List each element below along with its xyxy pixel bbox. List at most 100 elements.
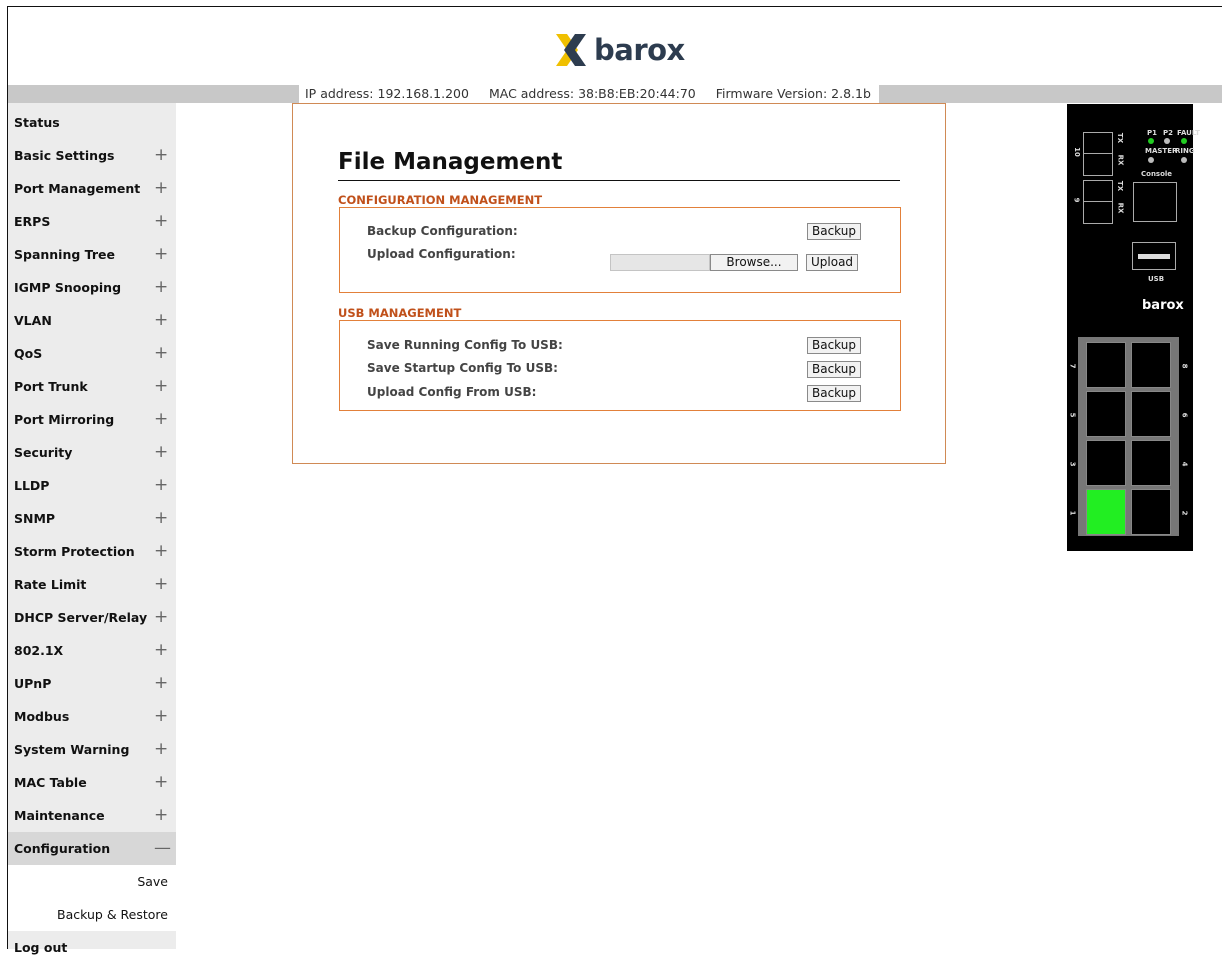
- sfp-port-9-rx: RX: [1116, 202, 1125, 214]
- console-port-icon: [1133, 182, 1177, 222]
- save-running-config-label: Save Running Config To USB:: [367, 338, 563, 352]
- usb-management-heading: USB MANAGEMENT: [338, 306, 462, 320]
- upload-config-from-usb-button[interactable]: Backup: [807, 385, 861, 402]
- port-number-7: 7: [1068, 363, 1077, 369]
- expand-plus-icon[interactable]: +: [154, 766, 168, 799]
- browse-button[interactable]: Browse...: [710, 254, 798, 271]
- sidebar-item-802-1x[interactable]: 802.1X +: [8, 634, 176, 667]
- sidebar-item-port-trunk[interactable]: Port Trunk +: [8, 370, 176, 403]
- expand-plus-icon[interactable]: +: [154, 568, 168, 601]
- sidebar-item-igmp-snooping[interactable]: IGMP Snooping +: [8, 271, 176, 304]
- expand-plus-icon[interactable]: +: [154, 667, 168, 700]
- sidebar-item-dhcp-server-relay[interactable]: DHCP Server/Relay +: [8, 601, 176, 634]
- expand-plus-icon[interactable]: +: [154, 799, 168, 832]
- led-label-p2: P2: [1163, 129, 1174, 137]
- led-master-icon: [1148, 157, 1154, 163]
- sidebar-item-system-warning[interactable]: System Warning +: [8, 733, 176, 766]
- barox-x-logo-icon: [556, 34, 586, 66]
- led-label-master: MASTER: [1145, 147, 1178, 155]
- rj45-port-2-icon: [1131, 489, 1171, 535]
- led-label-fault: FAULT: [1177, 129, 1200, 137]
- sidebar-item-label: System Warning: [14, 742, 130, 757]
- expand-plus-icon[interactable]: +: [154, 370, 168, 403]
- expand-plus-icon[interactable]: +: [154, 403, 168, 436]
- sfp-port-9-tx: TX: [1116, 180, 1125, 192]
- switch-front-panel: P1 P2 FAULT MASTER RING 10 TX RX 9 TX RX…: [1067, 104, 1200, 551]
- led-label-p1: P1: [1147, 129, 1158, 137]
- sidebar-item-upnp[interactable]: UPnP +: [8, 667, 176, 700]
- config-management-heading: CONFIGURATION MANAGEMENT: [338, 193, 543, 207]
- save-running-config-button[interactable]: Backup: [807, 337, 861, 354]
- sidebar-item-logout[interactable]: Log out: [8, 931, 176, 964]
- firmware-version: Firmware Version: 2.8.1b: [715, 86, 871, 101]
- sidebar-item-label: Maintenance: [14, 808, 105, 823]
- sfp-port-10-icon: [1083, 132, 1113, 176]
- upload-config-from-usb-label: Upload Config From USB:: [367, 385, 537, 399]
- sidebar-item-lldp[interactable]: LLDP +: [8, 469, 176, 502]
- expand-plus-icon[interactable]: +: [154, 601, 168, 634]
- sidebar: Status Basic Settings + Port Management + ERP…: [8, 103, 176, 955]
- led-label-ring: RING: [1175, 147, 1195, 155]
- upload-configuration-button[interactable]: Upload: [806, 254, 859, 271]
- sidebar-item-label: LLDP: [14, 478, 50, 493]
- sidebar-item-maintenance[interactable]: Maintenance +: [8, 799, 176, 832]
- expand-plus-icon[interactable]: +: [154, 502, 168, 535]
- sidebar-item-qos[interactable]: QoS +: [8, 337, 176, 370]
- mac-address: MAC address: 38:B8:EB:20:44:70: [488, 86, 696, 101]
- sfp-port-10-rx: RX: [1116, 154, 1125, 166]
- sidebar-item-vlan[interactable]: VLAN +: [8, 304, 176, 337]
- expand-plus-icon[interactable]: +: [154, 436, 168, 469]
- sidebar-item-port-management[interactable]: Port Management +: [8, 172, 176, 205]
- sidebar-item-security[interactable]: Security +: [8, 436, 176, 469]
- rj45-port-grid: [1078, 337, 1179, 536]
- sidebar-item-erps[interactable]: ERPS +: [8, 205, 176, 238]
- collapse-minus-icon[interactable]: —: [154, 832, 171, 865]
- sidebar-item-configuration[interactable]: Configuration —: [8, 832, 176, 865]
- sidebar-subitem-save[interactable]: Save: [8, 865, 176, 898]
- led-p2-icon: [1164, 138, 1170, 144]
- sidebar-item-label: Modbus: [14, 709, 70, 724]
- usb-port-icon: [1132, 242, 1176, 270]
- expand-plus-icon[interactable]: +: [154, 469, 168, 502]
- ip-address: IP address: 192.168.1.200: [305, 86, 469, 101]
- expand-plus-icon[interactable]: +: [154, 205, 168, 238]
- sidebar-item-port-mirroring[interactable]: Port Mirroring +: [8, 403, 176, 436]
- save-startup-config-button[interactable]: Backup: [807, 361, 861, 378]
- save-startup-config-label: Save Startup Config To USB:: [367, 361, 558, 375]
- barox-logo[interactable]: barox: [556, 33, 685, 67]
- sidebar-item-label: UPnP: [14, 676, 52, 691]
- expand-plus-icon[interactable]: +: [154, 535, 168, 568]
- sidebar-item-storm-protection[interactable]: Storm Protection +: [8, 535, 176, 568]
- sidebar-item-label: MAC Table: [14, 775, 87, 790]
- sidebar-item-mac-table[interactable]: MAC Table +: [8, 766, 176, 799]
- expand-plus-icon[interactable]: +: [154, 238, 168, 271]
- expand-plus-icon[interactable]: +: [154, 337, 168, 370]
- sidebar-subitem-backup-restore[interactable]: Backup & Restore: [8, 898, 176, 931]
- sidebar-item-snmp[interactable]: SNMP +: [8, 502, 176, 535]
- port-number-1: 1: [1068, 510, 1077, 516]
- page-title: File Management: [338, 149, 563, 175]
- expand-plus-icon[interactable]: +: [154, 700, 168, 733]
- expand-plus-icon[interactable]: +: [154, 634, 168, 667]
- device-brand-label: barox: [1142, 298, 1184, 313]
- sidebar-item-label: Port Trunk: [14, 379, 88, 394]
- expand-plus-icon[interactable]: +: [154, 172, 168, 205]
- port-number-6: 6: [1180, 412, 1189, 418]
- logo-text: barox: [594, 33, 685, 67]
- expand-plus-icon[interactable]: +: [154, 139, 168, 172]
- sfp-port-10-number: 10: [1072, 147, 1081, 157]
- expand-plus-icon[interactable]: +: [154, 304, 168, 337]
- expand-plus-icon[interactable]: +: [154, 733, 168, 766]
- sidebar-item-status[interactable]: Status: [8, 106, 176, 139]
- backup-configuration-button[interactable]: Backup: [807, 223, 861, 240]
- sidebar-item-basic-settings[interactable]: Basic Settings +: [8, 139, 176, 172]
- file-path-field[interactable]: [610, 254, 710, 271]
- port-number-5: 5: [1068, 412, 1077, 418]
- sidebar-item-modbus[interactable]: Modbus +: [8, 700, 176, 733]
- sidebar-item-spanning-tree[interactable]: Spanning Tree +: [8, 238, 176, 271]
- sidebar-item-label: Port Mirroring: [14, 412, 115, 427]
- expand-plus-icon[interactable]: +: [154, 271, 168, 304]
- rj45-port-7-icon: [1086, 342, 1126, 388]
- sidebar-item-rate-limit[interactable]: Rate Limit +: [8, 568, 176, 601]
- sidebar-item-label: Storm Protection: [14, 544, 135, 559]
